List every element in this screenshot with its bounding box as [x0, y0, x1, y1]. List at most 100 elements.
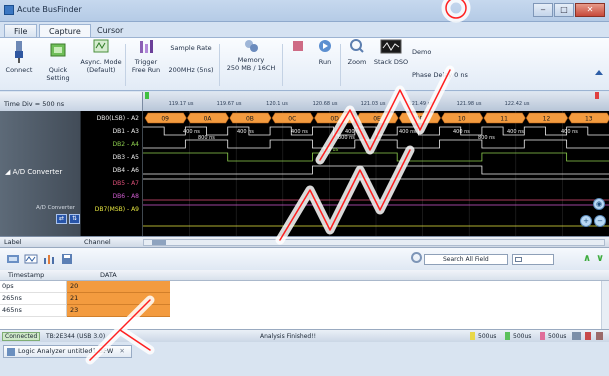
ruler-tick-label: 120.68 us — [312, 101, 338, 107]
zoom-fit-icon[interactable]: ◉ — [593, 198, 605, 210]
waveform-view-icon[interactable] — [24, 253, 38, 265]
bus-value-label: 13 — [585, 116, 593, 123]
quick-setting-label: Quick Setting — [46, 66, 70, 82]
cursor-b-icon — [505, 332, 510, 340]
cursor-a-value: 500us — [478, 333, 497, 340]
zoom-icon — [350, 39, 364, 53]
packet-grid-header: Timestamp DATA — [0, 270, 609, 281]
title-bar: Acute BusFinder ‒ □ ✕ — [0, 0, 609, 22]
connect-button[interactable]: Connect — [4, 38, 34, 74]
channel-label[interactable]: DB4 - A6 — [113, 167, 139, 174]
timestamp-header[interactable]: Timestamp — [8, 271, 44, 279]
demo-label: Demo — [412, 48, 432, 56]
pause-icon[interactable] — [585, 332, 591, 340]
minimize-button[interactable]: ‒ — [533, 3, 553, 17]
run-label: Run — [318, 58, 332, 66]
cursor-c-value: 500us — [548, 333, 567, 340]
connection-status: Connected — [2, 332, 41, 341]
time-div-label: Time Div = 500 ns — [0, 92, 143, 111]
cursor-a-icon — [470, 332, 475, 340]
packet-view-icon[interactable] — [6, 253, 20, 265]
memory-control[interactable]: Memory 250 MB / 16CH — [222, 38, 280, 72]
table-row[interactable]: 465ns 23 — [0, 305, 170, 317]
trigger-label: Trigger — [134, 58, 158, 66]
horizontal-scrollbar[interactable] — [143, 239, 605, 246]
search-icon[interactable] — [411, 252, 422, 263]
search-input[interactable]: Search All Field — [424, 254, 508, 265]
maximize-button[interactable]: □ — [554, 3, 574, 17]
sample-rate-control[interactable]: Sample Rate 200MHz (5ns) — [165, 38, 217, 74]
bus-tool-icon[interactable]: ⇄ — [56, 214, 67, 224]
pulse-width-label: 800 ns — [198, 135, 215, 141]
settings-icon[interactable] — [572, 332, 581, 340]
table-row[interactable]: 265ns 21 — [0, 293, 170, 305]
async-mode-button[interactable]: Async. Mode (Default) — [80, 38, 122, 74]
window-title: Acute BusFinder — [17, 5, 82, 14]
ruler-tick-label: 121.03 us — [360, 101, 386, 107]
tab-file[interactable]: File — [4, 24, 38, 38]
quick-setting-button[interactable]: Quick Setting — [38, 38, 78, 82]
channel-label[interactable]: DB1 - A3 — [113, 128, 139, 135]
channel-label[interactable]: DB2 - A4 — [113, 141, 139, 148]
channel-label[interactable]: DB6 - A8 — [113, 193, 139, 200]
document-icon — [7, 348, 15, 356]
channel-label[interactable]: DB7(MSB) - A9 — [95, 206, 139, 213]
group-panel: ◢ A/D Converter A/D Converter ⇄ ⇅ — [0, 111, 81, 236]
table-row[interactable]: 0ps 20 — [0, 281, 170, 293]
pulse-width-label: 400 ns — [507, 129, 524, 135]
async-mode-label: Async. Mode — [80, 58, 122, 66]
zoom-out-icon[interactable]: − — [594, 215, 606, 227]
statistics-icon[interactable] — [42, 253, 56, 265]
time-ruler[interactable]: 119.17 us 119.67 us 120.1 us 120.68 us 121.0… — [143, 92, 609, 111]
run-button[interactable]: Run — [312, 38, 338, 66]
waveform-canvas: 09 0A 0B 0C 0D 0E 0F 10 11 12 13 400 ns 400 ns 400 ns… — [143, 111, 609, 236]
search-down-icon[interactable]: ∨ — [596, 253, 604, 264]
bus-value-label: 09 — [161, 116, 169, 123]
ribbon-separator — [340, 44, 341, 86]
save-icon[interactable] — [60, 253, 74, 265]
bus-value-label: 12 — [543, 116, 551, 123]
bus-value-label: 10 — [458, 116, 466, 123]
document-tabs: Logic Analyzer untitled1.BFW ✕ — [0, 342, 609, 376]
ribbon-collapse-icon[interactable] — [595, 70, 603, 75]
analysis-status: Analysis Finished!! — [260, 333, 317, 340]
bus-value-label: 0F — [416, 116, 424, 123]
ruler-tick-label: 120.1 us — [266, 101, 288, 107]
zoom-in-icon[interactable]: + — [580, 215, 592, 227]
phase-delay-control[interactable]: Phase Delay 0 ns — [412, 71, 474, 79]
zoom-button[interactable]: Zoom — [343, 38, 371, 66]
stack-dso-label: Stack DSO — [373, 58, 409, 66]
async-mode-icon — [93, 39, 109, 53]
vertical-scrollbar[interactable] — [601, 281, 609, 329]
pulse-width-label: 1.6 us — [323, 147, 339, 153]
data-header[interactable]: DATA — [100, 271, 117, 279]
quick-setting-icon — [50, 43, 66, 57]
timestamp-cell: 0ps — [0, 281, 67, 293]
scroll-thumb[interactable] — [152, 240, 166, 245]
channel-label[interactable]: DB3 - A5 — [113, 154, 139, 161]
stack-dso-icon — [380, 39, 402, 54]
document-tab-label: Logic Analyzer untitled1.BFW — [18, 347, 114, 355]
document-tab-close-icon[interactable]: ✕ — [119, 347, 124, 355]
channel-label[interactable]: DB0(LSB) - A2 — [97, 115, 139, 122]
tab-cursor[interactable]: Cursor — [88, 24, 132, 38]
cursor-marker-red[interactable] — [595, 92, 599, 99]
group-label-small: A/D Converter — [36, 205, 75, 211]
data-cell: 20 — [67, 281, 170, 293]
pulse-width-label: 400 ns — [291, 129, 308, 135]
cursor-marker-green[interactable] — [145, 92, 149, 99]
document-tab[interactable]: Logic Analyzer untitled1.BFW ✕ — [3, 345, 132, 358]
ribbon-tabs: File Capture Cursor — [0, 22, 609, 39]
bus-value-label: 0B — [246, 116, 254, 123]
search-up-icon[interactable]: ∧ — [583, 253, 591, 264]
trigger-button[interactable]: Trigger Free Run — [128, 38, 164, 74]
waveform-grid[interactable]: 09 0A 0B 0C 0D 0E 0F 10 11 12 13 400 ns 400 ns 400 ns… — [143, 111, 609, 236]
sample-rate-label: Sample Rate — [170, 44, 212, 52]
layout-icon[interactable] — [596, 332, 603, 340]
stack-dso-button[interactable]: Stack DSO — [373, 38, 409, 66]
group-tool-icon[interactable]: ⇅ — [69, 214, 80, 224]
close-button[interactable]: ✕ — [575, 3, 605, 17]
record-button[interactable] — [287, 38, 309, 58]
search-field-dropdown[interactable] — [512, 254, 554, 265]
channel-label[interactable]: DB5 - A7 — [113, 180, 139, 187]
